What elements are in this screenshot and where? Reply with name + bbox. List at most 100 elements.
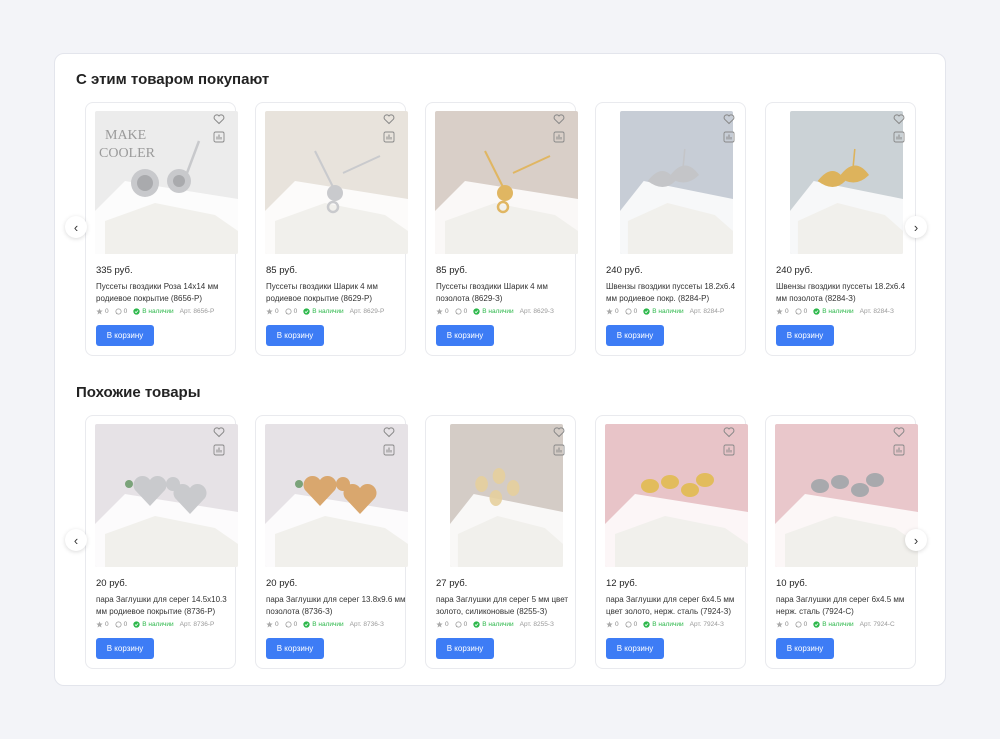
product-name[interactable]: Пуссеты гвоздики Роза 14x14 мм родиевое … [96,281,236,305]
carousel-prev-button[interactable]: ‹ [65,529,87,551]
product-name[interactable]: пара Заглушки для серег 6x4.5 мм цвет зо… [606,594,746,618]
product-image[interactable] [790,111,903,254]
product-card[interactable]: 10 руб. пара Заглушки для серег 6x4.5 мм… [765,415,918,669]
add-to-cart-button[interactable]: В корзину [606,638,664,659]
star-icon [776,308,785,315]
stock-label: В наличии [822,621,854,628]
check-circle-icon [133,621,142,628]
product-article: Арт. 8656-Р [179,308,215,315]
add-to-cart-button[interactable]: В корзину [606,325,664,346]
compare-icon[interactable] [893,444,905,456]
product-name[interactable]: пара Заглушки для серег 14.5x10.3 мм род… [96,594,236,618]
star-icon [606,308,615,315]
heart-icon[interactable] [723,426,735,438]
add-to-cart-button[interactable]: В корзину [776,638,834,659]
product-meta: 0 0 В наличии Арт. 7924-З [606,621,724,628]
heart-icon[interactable] [553,113,565,125]
product-article: Арт. 8736-Р [179,621,215,628]
add-to-cart-button[interactable]: В корзину [436,325,494,346]
product-card[interactable]: 240 руб. Швензы гвоздики пуссеты 18.2x6.… [765,102,916,356]
compare-icon[interactable] [893,131,905,143]
comments: 0 [115,308,127,315]
product-article: Арт. 8629-Р [349,308,385,315]
product-name[interactable]: пара Заглушки для серег 13.8x9.6 мм позо… [266,594,406,618]
product-carousel: ‹ › 20 руб. пара Заглушки для серег 14.5x… [65,415,927,669]
add-to-cart-button[interactable]: В корзину [266,638,324,659]
product-name[interactable]: пара Заглушки для серег 6x4.5 мм нерж. с… [776,594,916,618]
comments-count: 0 [293,621,298,628]
carousel-next-button[interactable]: › [905,216,927,238]
compare-icon[interactable] [383,131,395,143]
compare-icon[interactable] [383,444,395,456]
add-to-cart-button[interactable]: В корзину [266,325,324,346]
rating-value: 0 [445,308,449,315]
compare-icon[interactable] [723,444,735,456]
heart-icon[interactable] [553,426,565,438]
heart-icon[interactable] [893,426,905,438]
section-title: Похожие товары [76,384,201,401]
stock-status: В наличии [813,621,854,628]
comments: 0 [795,621,807,628]
add-to-cart-button[interactable]: В корзину [776,325,834,346]
product-card[interactable]: 20 руб. пара Заглушки для серег 13.8x9.6… [255,415,408,669]
carousel-prev-button[interactable]: ‹ [65,216,87,238]
product-name[interactable]: Пуссеты гвоздики Шарик 4 мм позолота (86… [436,281,576,305]
star-icon [96,308,105,315]
rating-value: 0 [105,308,109,315]
rating-value: 0 [615,308,619,315]
product-price: 85 руб. [436,265,468,276]
compare-icon[interactable] [213,444,225,456]
product-article: Арт. 8284-З [859,308,894,315]
product-price: 240 руб. [776,265,813,276]
comment-icon [285,621,294,628]
product-image[interactable] [620,111,733,254]
check-circle-icon [133,308,142,315]
product-card[interactable]: 12 руб. пара Заглушки для серег 6x4.5 мм… [595,415,748,669]
comments-count: 0 [633,621,638,628]
check-circle-icon [303,308,312,315]
stock-label: В наличии [142,621,174,628]
heart-icon[interactable] [213,426,225,438]
section-title: С этим товаром покупают [76,71,270,88]
product-card[interactable]: MAKE COOLER 335 руб. Пуссеты гвоздики Роз… [85,102,238,356]
compare-icon[interactable] [213,131,225,143]
product-price: 12 руб. [606,578,638,589]
carousel-next-button[interactable]: › [905,529,927,551]
add-to-cart-button[interactable]: В корзину [436,638,494,659]
stock-label: В наличии [312,308,344,315]
comments: 0 [285,308,297,315]
product-name[interactable]: Пуссеты гвоздики Шарик 4 мм родиевое пок… [266,281,406,305]
product-card[interactable]: 20 руб. пара Заглушки для серег 14.5x10.… [85,415,238,669]
comments: 0 [455,308,467,315]
add-to-cart-button[interactable]: В корзину [96,638,154,659]
product-name[interactable]: Швензы гвоздики пуссеты 18.2x6.4 мм позо… [776,281,916,305]
stock-label: В наличии [482,308,514,315]
compare-icon[interactable] [553,444,565,456]
product-card[interactable]: 27 руб. пара Заглушки для серег 5 мм цве… [425,415,576,669]
product-meta: 0 0 В наличии Арт. 8284-Р [606,308,724,315]
product-card[interactable]: 85 руб. Пуссеты гвоздики Шарик 4 мм роди… [255,102,408,356]
product-image[interactable] [450,424,563,567]
compare-icon[interactable] [723,131,735,143]
product-article: Арт. 8255-З [519,621,554,628]
heart-icon[interactable] [723,113,735,125]
heart-icon[interactable] [213,113,225,125]
check-circle-icon [473,308,482,315]
heart-icon[interactable] [383,426,395,438]
rating: 0 [266,621,279,628]
heart-icon[interactable] [383,113,395,125]
product-card[interactable]: 85 руб. Пуссеты гвоздики Шарик 4 мм позо… [425,102,578,356]
add-to-cart-button[interactable]: В корзину [96,325,154,346]
comment-icon [625,308,634,315]
product-name[interactable]: Швензы гвоздики пуссеты 18.2x6.4 мм роди… [606,281,746,305]
heart-icon[interactable] [893,113,905,125]
rating: 0 [96,621,109,628]
product-price: 10 руб. [776,578,808,589]
rating: 0 [266,308,279,315]
star-icon [776,621,785,628]
product-card[interactable]: 240 руб. Швензы гвоздики пуссеты 18.2x6.… [595,102,746,356]
compare-icon[interactable] [553,131,565,143]
star-icon [96,621,105,628]
product-name[interactable]: пара Заглушки для серег 5 мм цвет золото… [436,594,576,618]
product-price: 240 руб. [606,265,643,276]
